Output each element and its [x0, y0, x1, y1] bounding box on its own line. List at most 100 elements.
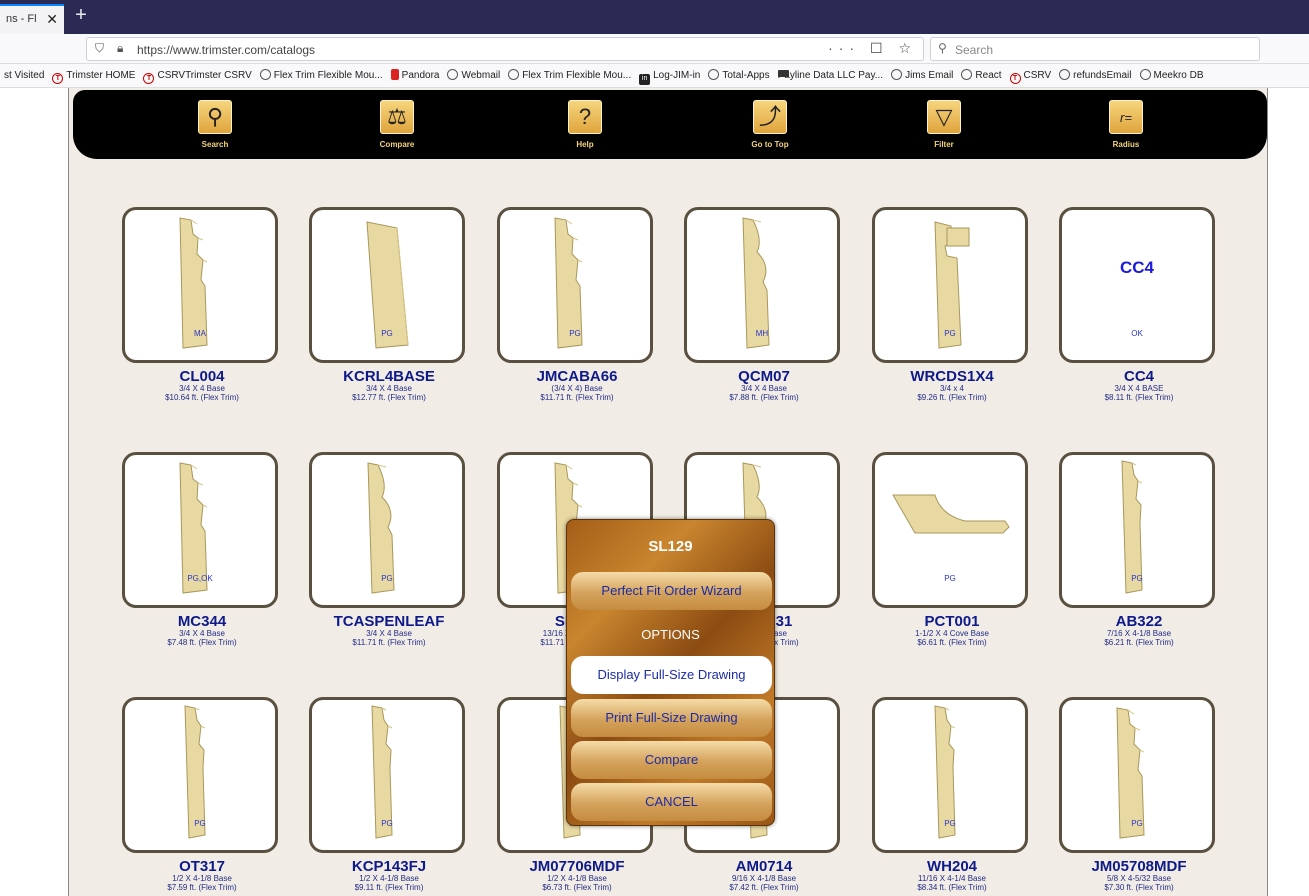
bookmark-item[interactable]: T Trimster HOME [48, 65, 139, 84]
product-card[interactable]: CC4 OK CC4 3/4 X 4 BASE $8.11 ft. (Flex Trim… [1059, 207, 1219, 402]
toolbar-filter-button[interactable]: ▽ Filter [904, 100, 984, 149]
bookmark-item[interactable]: Meekro DB [1136, 64, 1208, 81]
product-thumbnail[interactable]: PG [309, 452, 465, 608]
product-card[interactable]: PG WH204 11/16 X 4-1/4 Base $8.34 ft. (Flex… [872, 697, 1032, 892]
compare-button[interactable]: Compare [571, 741, 772, 779]
product-card[interactable]: MA CL004 3/4 X 4 Base $10.64 ft. (Flex Trim… [122, 207, 282, 402]
close-tab-icon[interactable]: ✕ [46, 11, 58, 28]
product-thumbnail[interactable]: PG [1059, 697, 1215, 853]
page-actions-icons[interactable]: ··· ☐ ☆ [828, 40, 917, 57]
product-code[interactable]: MC344 [122, 614, 282, 629]
product-thumbnail[interactable]: PG [309, 697, 465, 853]
bookmark-item[interactable]: Jims Email [887, 64, 957, 81]
address-bar[interactable]: ⛉ 🔒︎ https://www.trimster.com/catalogs ·… [86, 37, 924, 61]
product-code[interactable]: CC4 [1059, 369, 1219, 384]
question-icon: ? [568, 100, 602, 134]
bookmark-item[interactable]: st Visited [0, 65, 48, 81]
product-card[interactable]: PG AB322 7/16 X 4-1/8 Base $6.21 ft. (Flex … [1059, 452, 1219, 647]
bookmark-label: CSRVTrimster CSRV [157, 70, 252, 81]
new-tab-button[interactable]: + [70, 4, 92, 30]
toolbar-compare-button[interactable]: ⚖ Compare [357, 100, 437, 149]
toolbar-label: Help [576, 140, 594, 149]
order-wizard-button[interactable]: Perfect Fit Order Wizard [571, 572, 772, 610]
bookmark-item[interactable]: Flex Trim Flexible Mou... [504, 64, 635, 81]
shield-icon[interactable]: ⛉ [95, 41, 104, 56]
product-thumbnail[interactable]: PG [872, 207, 1028, 363]
product-size: 3/4 X 4 Base [179, 384, 225, 393]
bookmark-item[interactable]: T CSRV [1006, 65, 1056, 84]
bookmark-item[interactable]: Webmail [443, 64, 504, 81]
product-price: $8.11 ft. (Flex Trim) [1104, 393, 1174, 402]
bookmark-item[interactable]: React [957, 64, 1005, 81]
card-icon [777, 70, 789, 77]
product-size: 3/4 x 4 [939, 384, 964, 393]
product-code[interactable]: WRCDS1X4 [872, 369, 1032, 384]
product-price: $9.26 ft. (Flex Trim) [917, 393, 987, 402]
product-code[interactable]: CL004 [122, 369, 282, 384]
product-thumbnail[interactable]: PG [122, 697, 278, 853]
url-text[interactable]: https://www.trimster.com/catalogs [137, 43, 315, 57]
product-thumbnail[interactable]: CC4 OK [1059, 207, 1215, 363]
bookmark-item[interactable]: Flex Trim Flexible Mou... [256, 64, 387, 81]
product-card[interactable]: PG JMCABA66 (3/4 X 4) Base $11.71 ft. (Flex… [497, 207, 657, 402]
product-thumbnail[interactable]: PG [309, 207, 465, 363]
globe-icon [961, 69, 973, 80]
bookmark-item[interactable]: Pandora [387, 64, 444, 81]
product-card[interactable]: MH QCM07 3/4 X 4 Base $7.88 ft. (Flex Trim) [684, 207, 844, 402]
product-thumbnail[interactable]: PG [872, 697, 1028, 853]
product-code[interactable]: AB322 [1059, 614, 1219, 629]
product-thumbnail[interactable]: MA [122, 207, 278, 363]
product-code[interactable]: PCT001 [872, 614, 1032, 629]
bookmark-item[interactable]: T CSRVTrimster CSRV [139, 65, 255, 84]
product-card[interactable]: PG PCT001 1-1/2 X 4 Cove Base $6.61 ft. (Fl… [872, 452, 1032, 647]
product-vendor-tag: PG [944, 329, 956, 338]
bookmark-item[interactable]: Payline Data LLC Pay... [774, 65, 887, 81]
product-card[interactable]: PG KCRL4BASE 3/4 X 4 Base $12.77 ft. (Flex … [309, 207, 469, 402]
bookmark-item[interactable]: refundsEmail [1055, 64, 1135, 81]
product-price: $11.71 ft. (Flex Trim) [352, 638, 426, 647]
product-card[interactable]: PG KCP143FJ 1/2 X 4-1/8 Base $9.11 ft. (Fle… [309, 697, 469, 892]
product-card[interactable]: PG JM05708MDF 5/8 X 4-5/32 Base $7.30 ft. (… [1059, 697, 1219, 892]
display-drawing-button[interactable]: Display Full-Size Drawing [571, 656, 772, 694]
product-vendor-tag: PG [194, 819, 206, 828]
cancel-button[interactable]: CANCEL [571, 783, 772, 821]
print-drawing-button[interactable]: Print Full-Size Drawing [571, 699, 772, 737]
trimster-icon: T [143, 73, 155, 84]
toolbar-search-button[interactable]: ⚲ Search [175, 100, 255, 149]
product-code[interactable]: AM0714 [684, 859, 844, 874]
product-code[interactable]: WH204 [872, 859, 1032, 874]
product-thumbnail[interactable]: MH [684, 207, 840, 363]
search-field[interactable]: ⚲ Search [930, 37, 1260, 61]
product-card[interactable]: PG,OK MC344 3/4 X 4 Base $7.48 ft. (Flex Tr… [122, 452, 282, 647]
bookmark-item[interactable]: Total-Apps [704, 64, 773, 81]
product-card[interactable]: PG WRCDS1X4 3/4 x 4 $9.26 ft. (Flex Trim) [872, 207, 1032, 402]
product-thumbnail[interactable]: PG,OK [122, 452, 278, 608]
product-code[interactable]: KCRL4BASE [309, 369, 469, 384]
product-code[interactable]: OT317 [122, 859, 282, 874]
bookmark-label: Total-Apps [722, 70, 770, 81]
toolbar-go-to-top-button[interactable]: ⤴ Go to Top [730, 100, 810, 149]
product-size: 5/8 X 4-5/32 Base [1106, 874, 1172, 883]
toolbar-help-button[interactable]: ? Help [545, 100, 625, 149]
product-card[interactable]: PG OT317 1/2 X 4-1/8 Base $7.59 ft. (Flex T… [122, 697, 282, 892]
product-code[interactable]: JM05708MDF [1059, 859, 1219, 874]
product-code[interactable]: TCASPENLEAF [309, 614, 469, 629]
product-vendor-tag: MA [194, 329, 206, 338]
bookmark-item[interactable]: in Log-JIM-in [635, 65, 704, 85]
product-thumbnail[interactable]: PG [497, 207, 653, 363]
product-code[interactable]: KCP143FJ [309, 859, 469, 874]
product-price: $9.11 ft. (Flex Trim) [354, 883, 424, 892]
toolbar-radius-button[interactable]: r= Radius [1086, 100, 1166, 149]
product-thumbnail[interactable]: PG [872, 452, 1028, 608]
product-code[interactable]: QCM07 [684, 369, 844, 384]
product-code[interactable]: JMCABA66 [497, 369, 657, 384]
bookmark-label: CSRV [1023, 70, 1052, 81]
browser-tab[interactable]: ns - Fl ✕ [0, 4, 64, 34]
product-code[interactable]: JM07706MDF [497, 859, 657, 874]
bookmark-label: st Visited [4, 70, 45, 81]
product-thumbnail[interactable]: PG [1059, 452, 1215, 608]
product-card[interactable]: PG TCASPENLEAF 3/4 X 4 Base $11.71 ft. (Fle… [309, 452, 469, 647]
product-price: $6.73 ft. (Flex Trim) [542, 883, 612, 892]
lock-icon[interactable]: 🔒︎ [117, 41, 123, 56]
product-vendor-tag: PG [381, 574, 393, 583]
